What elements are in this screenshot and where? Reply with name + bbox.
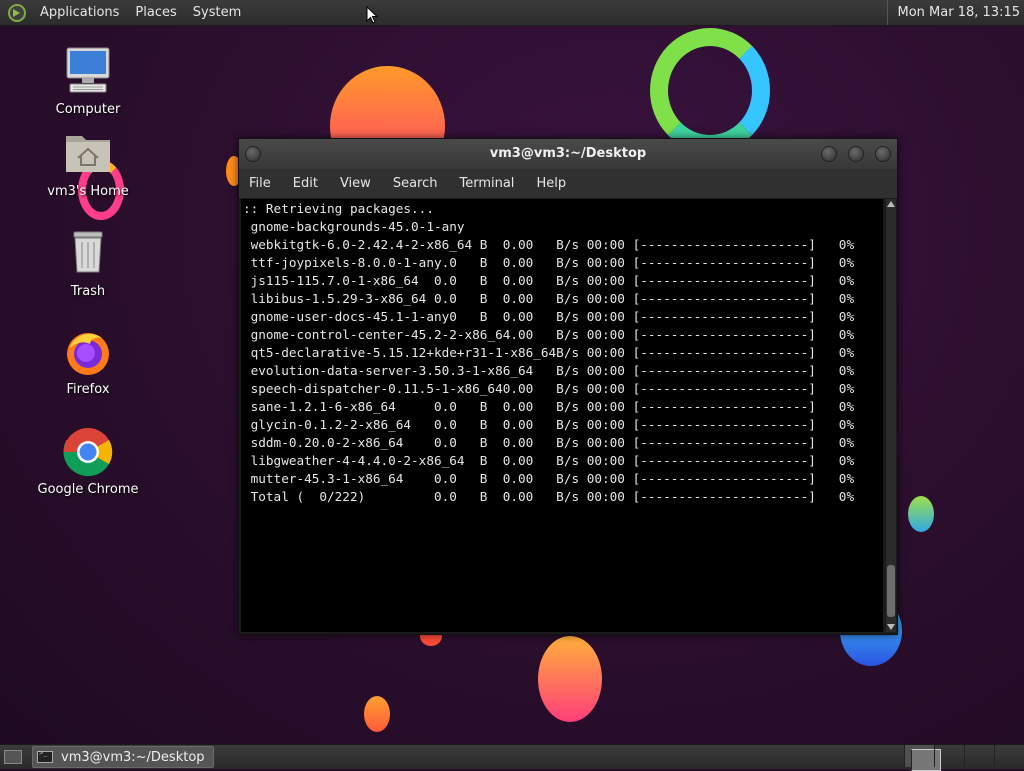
workspace-3[interactable] (964, 745, 994, 767)
terminal-line: mutter-45.3-1-x86_64 0.0 B 0.00 B/s 00:0… (250, 471, 855, 486)
desktop-icon-chrome[interactable]: Google Chrome (33, 426, 143, 497)
system-menu[interactable]: System (185, 5, 249, 20)
top-panel: Applications Places System Mon Mar 18, 1… (0, 0, 1024, 26)
trash-icon (62, 228, 114, 280)
desktop-icon-firefox[interactable]: Firefox (33, 326, 143, 397)
terminal-line: evolution-data-server-3.50.3-1-x86_64 B/… (250, 363, 855, 378)
minimize-button[interactable] (821, 146, 837, 162)
terminal-line: gnome-control-center-45.2-2-x86_64.00 B/… (250, 327, 855, 342)
menu-file[interactable]: File (239, 176, 283, 191)
terminal-line: gnome-user-docs-45.1-1-any0 B 0.00 B/s 0… (250, 309, 855, 324)
maximize-button[interactable] (848, 146, 864, 162)
menu-view[interactable]: View (330, 176, 383, 191)
desktop-icon-label: Computer (55, 102, 121, 117)
taskbar-window-button[interactable]: vm3@vm3:~/Desktop (32, 746, 214, 768)
workspace-2[interactable] (934, 745, 964, 767)
terminal-line: sddm-0.20.0-2-x86_64 0.0 B 0.00 B/s 00:0… (250, 435, 855, 450)
terminal-line: js115-115.7.0-1-x86_64 0.0 B 0.00 B/s 00… (250, 273, 855, 288)
desktop-icon-home[interactable]: vm3's Home (33, 128, 143, 199)
terminal-icon (37, 749, 53, 763)
desktop-icon-computer[interactable]: Computer (33, 46, 143, 117)
desktop-icon-trash[interactable]: Trash (33, 228, 143, 299)
terminal-line: libibus-1.5.29-3-x86_64 0.0 B 0.00 B/s 0… (250, 291, 855, 306)
menu-help[interactable]: Help (526, 176, 578, 191)
workspace-4[interactable] (994, 745, 1024, 767)
chrome-icon (62, 426, 114, 478)
desktop-icon-label: Firefox (66, 382, 110, 397)
desktop-icon-label: vm3's Home (47, 184, 129, 199)
terminal-line: webkitgtk-6.0-2.42.4-2-x86_64 B 0.00 B/s… (250, 237, 855, 252)
terminal-line: glycin-0.1.2-2-x86_64 0.0 B 0.00 B/s 00:… (250, 417, 855, 432)
show-desktop-icon[interactable] (4, 750, 22, 764)
window-titlebar[interactable]: vm3@vm3:~/Desktop (239, 139, 897, 169)
places-menu[interactable]: Places (127, 5, 184, 20)
desktop-icon-label: Trash (70, 284, 106, 299)
terminal-line: speech-dispatcher-0.11.5-1-x86_640.00 B/… (250, 381, 855, 396)
scroll-up-arrow-icon[interactable] (887, 201, 895, 207)
terminal-line: gnome-backgrounds-45.0-1-any (250, 219, 465, 234)
desktop-icon-label: Google Chrome (37, 482, 139, 497)
clock[interactable]: Mon Mar 18, 13:15 (886, 0, 1024, 25)
workspace-1[interactable] (904, 745, 941, 771)
menu-edit[interactable]: Edit (283, 176, 330, 191)
home-folder-icon (62, 128, 114, 180)
computer-icon (62, 46, 114, 98)
terminal-scrollbar[interactable] (886, 199, 896, 632)
bottom-panel: vm3@vm3:~/Desktop (0, 744, 1024, 771)
taskbar-window-label: vm3@vm3:~/Desktop (61, 749, 205, 765)
terminal-menubar: File Edit View Search Terminal Help (239, 169, 897, 198)
terminal-text: :: Retrieving packages... gnome-backgrou… (241, 199, 883, 506)
wallpaper-small-orange (364, 696, 390, 732)
terminal-line: :: Retrieving packages... (243, 201, 434, 216)
terminal-line: sane-1.2.1-6-x86_64 0.0 B 0.00 B/s 00:00… (250, 399, 855, 414)
firefox-icon (62, 326, 114, 378)
wallpaper-blue-dot (908, 496, 934, 532)
terminal-line: libgweather-4-4.4.0-2-x86_64 B 0.00 B/s … (250, 453, 855, 468)
terminal-output[interactable]: :: Retrieving packages... gnome-backgrou… (241, 199, 883, 632)
distro-logo-icon[interactable] (8, 3, 26, 22)
scrollbar-thumb[interactable] (887, 565, 895, 617)
terminal-line: ttf-joypixels-8.0.0-1-any.0 B 0.00 B/s 0… (250, 255, 855, 270)
wallpaper-ring (650, 28, 770, 153)
wallpaper-pink-blob (538, 636, 602, 722)
terminal-line: Total ( 0/222) 0.0 B 0.00 B/s 00:00 [---… (250, 489, 855, 504)
applications-menu[interactable]: Applications (32, 5, 127, 20)
window-title: vm3@vm3:~/Desktop (489, 146, 647, 161)
terminal-line: qt5-declarative-5.15.12+kde+r31-1-x86_64… (250, 345, 855, 360)
workspace-switcher (904, 745, 1024, 771)
close-button[interactable] (875, 146, 891, 162)
scroll-down-arrow-icon[interactable] (887, 624, 895, 630)
terminal-window[interactable]: vm3@vm3:~/Desktop File Edit View Search … (238, 138, 898, 635)
menu-search[interactable]: Search (383, 176, 450, 191)
menu-terminal[interactable]: Terminal (449, 176, 526, 191)
